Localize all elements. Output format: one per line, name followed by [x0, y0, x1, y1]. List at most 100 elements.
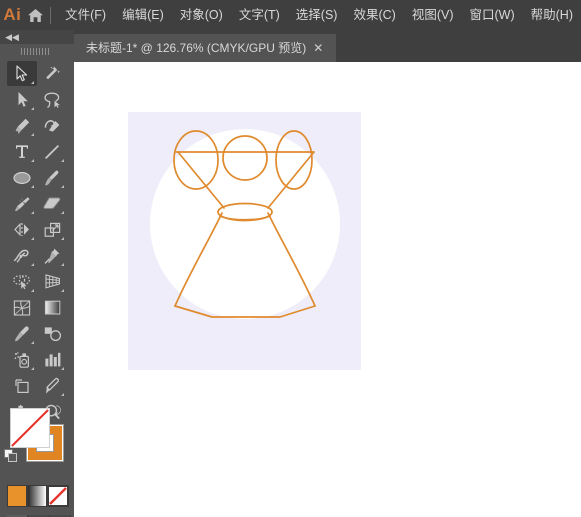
eyedropper-tool[interactable]	[7, 321, 37, 346]
width-tool[interactable]	[7, 243, 37, 268]
menubar-divider	[50, 6, 52, 24]
lasso-tool[interactable]	[37, 87, 67, 112]
pen-tool[interactable]	[7, 113, 37, 138]
menu-item-list: 文件(F) 编辑(E) 对象(O) 文字(T) 选择(S) 效果(C) 视图(V…	[57, 4, 581, 26]
fill-stroke-controls: ⤸	[0, 402, 74, 472]
selection-arrow-icon	[16, 65, 28, 82]
ellipse-tool[interactable]	[7, 165, 37, 190]
document-tab[interactable]: 未标题-1* @ 126.76% (CMYK/GPU 预览) ✕	[74, 34, 336, 62]
menu-view[interactable]: 视图(V)	[404, 4, 462, 26]
mesh-icon	[13, 299, 31, 316]
menu-window[interactable]: 窗口(W)	[462, 4, 523, 26]
direct-selection-tool[interactable]	[7, 87, 37, 112]
tool-flyout-indicator	[31, 341, 34, 344]
scale-icon	[44, 222, 60, 237]
gradient-mode-button[interactable]	[27, 485, 47, 507]
menu-bar: Ai 文件(F) 编辑(E) 对象(O) 文字(T) 选择(S) 效果(C) 视…	[0, 0, 581, 30]
menu-effect[interactable]: 效果(C)	[345, 4, 403, 26]
tool-row	[0, 113, 74, 139]
eraser-tool[interactable]	[37, 191, 67, 216]
color-mode-button[interactable]	[7, 485, 27, 507]
tool-row	[0, 139, 74, 165]
tool-flyout-indicator	[61, 211, 64, 214]
menu-type[interactable]: 文字(T)	[231, 4, 288, 26]
tool-flyout-indicator	[31, 367, 34, 370]
document-tab-label: 未标题-1* @ 126.76% (CMYK/GPU 预览)	[86, 41, 307, 55]
tool-flyout-indicator	[61, 367, 64, 370]
home-icon[interactable]	[25, 0, 47, 30]
symbol-sprayer-icon	[14, 351, 29, 368]
menu-select[interactable]: 选择(S)	[288, 4, 346, 26]
menu-edit[interactable]: 编辑(E)	[114, 4, 172, 26]
artboard[interactable]	[128, 112, 361, 370]
tool-row	[0, 347, 74, 373]
tools-panel-header: ◀◀	[0, 30, 74, 44]
line-segment-tool[interactable]	[37, 139, 67, 164]
paintbrush-tool[interactable]	[37, 165, 67, 190]
pushpin-icon	[44, 248, 60, 264]
close-icon[interactable]: ✕	[306, 34, 330, 62]
tool-flyout-indicator	[31, 211, 34, 214]
symbol-sprayer-tool[interactable]	[7, 347, 37, 372]
type-tool[interactable]	[7, 139, 37, 164]
ellipse-icon	[13, 171, 31, 184]
reflect-tool[interactable]	[7, 217, 37, 242]
tool-row	[0, 61, 74, 87]
default-fill-stroke-button[interactable]	[4, 449, 18, 463]
curvature-tool[interactable]	[37, 113, 67, 138]
eraser-icon	[43, 197, 61, 209]
illustrator-window: Ai 文件(F) 编辑(E) 对象(O) 文字(T) 选择(S) 效果(C) 视…	[0, 0, 581, 517]
shape-builder-icon	[13, 275, 30, 290]
reflect-icon	[14, 222, 29, 237]
tools-panel-grip[interactable]	[21, 48, 53, 55]
tool-flyout-indicator	[61, 263, 64, 266]
shape-builder-tool[interactable]	[7, 269, 37, 294]
gradient-tool[interactable]	[37, 295, 67, 320]
fill-swatch[interactable]	[10, 408, 50, 448]
tool-flyout-indicator	[31, 133, 34, 136]
magic-wand-icon	[46, 65, 60, 79]
free-transform-tool[interactable]	[37, 243, 67, 268]
slice-tool[interactable]	[37, 373, 67, 398]
slice-knife-icon	[46, 377, 59, 394]
app-logo: Ai	[3, 5, 22, 24]
blend-icon	[44, 327, 61, 342]
none-mode-button[interactable]	[47, 485, 69, 507]
tool-flyout-indicator	[61, 289, 64, 292]
menu-object[interactable]: 对象(O)	[172, 4, 231, 26]
artboard-tool[interactable]	[7, 373, 37, 398]
perspective-grid-tool[interactable]	[37, 269, 67, 294]
curvature-icon	[44, 119, 59, 132]
tool-flyout-indicator	[31, 263, 34, 266]
blend-tool[interactable]	[37, 321, 67, 346]
tool-flyout-indicator	[31, 185, 34, 188]
direct-selection-arrow-icon	[18, 92, 28, 107]
menu-help[interactable]: 帮助(H)	[523, 4, 581, 26]
line-icon	[44, 144, 60, 159]
tool-list	[0, 61, 74, 425]
tool-row	[0, 191, 74, 217]
tool-flyout-indicator	[31, 107, 34, 110]
scale-tool[interactable]	[37, 217, 67, 242]
magic-wand-tool[interactable]	[37, 61, 67, 86]
color-mode-buttons	[7, 485, 69, 507]
tool-flyout-indicator	[61, 393, 64, 396]
tool-row	[0, 217, 74, 243]
selection-tool[interactable]	[7, 61, 37, 86]
none-diagonal-icon	[11, 409, 49, 447]
swap-fill-stroke-button[interactable]: ⤸	[55, 404, 69, 418]
tool-row	[0, 243, 74, 269]
dress-line-art[interactable]	[128, 112, 361, 370]
canvas-area[interactable]	[74, 62, 581, 517]
column-graph-tool[interactable]	[37, 347, 67, 372]
none-slash-icon	[49, 487, 67, 505]
mesh-tool[interactable]	[7, 295, 37, 320]
default-colors-icon	[4, 449, 17, 462]
eyedropper-icon	[15, 325, 29, 341]
blob-brush-tool[interactable]	[7, 191, 37, 216]
gradient-icon	[44, 300, 60, 315]
collapse-panel-icon[interactable]: ◀◀	[4, 31, 20, 43]
type-T-icon	[16, 145, 28, 158]
menu-file[interactable]: 文件(F)	[57, 4, 114, 26]
tool-flyout-indicator	[61, 159, 64, 162]
